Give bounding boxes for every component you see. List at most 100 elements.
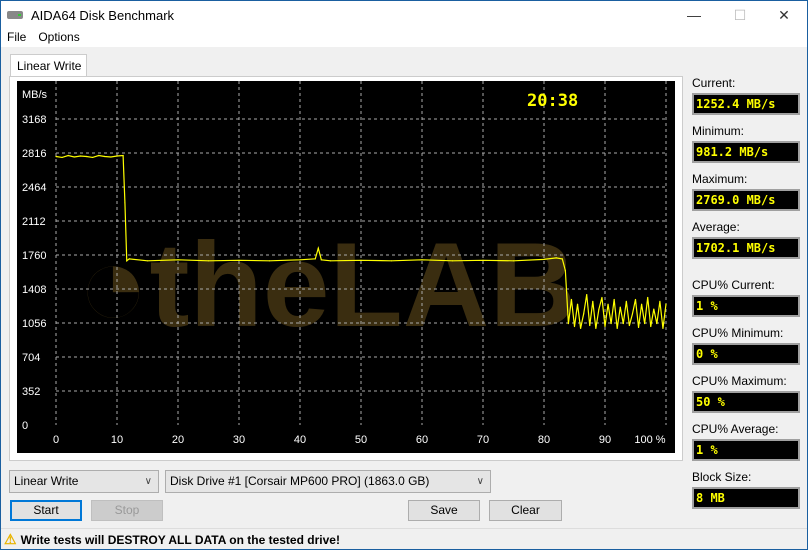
x-tick-label: 100 %	[634, 434, 665, 446]
clear-button[interactable]: Clear	[489, 500, 562, 521]
data-point	[616, 327, 618, 330]
data-point	[390, 260, 393, 262]
data-point	[637, 326, 640, 329]
data-point	[543, 258, 545, 260]
elapsed-timer: 20:38	[527, 91, 578, 111]
data-point	[625, 300, 627, 302]
stat-label: CPU% Minimum:	[692, 326, 784, 340]
data-point	[238, 259, 240, 261]
data-point	[567, 322, 570, 325]
stat-label: Maximum:	[692, 172, 748, 186]
y-tick-label: 1408	[22, 284, 46, 296]
stop-button[interactable]: Stop	[91, 500, 163, 521]
data-point	[647, 296, 649, 299]
data-point	[73, 156, 75, 158]
x-tick-label: 40	[294, 434, 306, 446]
data-point	[607, 303, 609, 305]
x-tick-label: 10	[111, 434, 123, 446]
y-tick-label: 2816	[22, 148, 46, 160]
test-type-select[interactable]: Linear Write ∨	[9, 470, 159, 493]
data-point	[653, 308, 655, 310]
x-tick-label: 20	[172, 434, 184, 446]
y-tick-label: 352	[22, 386, 40, 398]
data-point	[601, 296, 603, 299]
minimize-button[interactable]: —	[671, 1, 717, 29]
x-tick-label: 60	[416, 434, 428, 446]
y-axis-label: MB/s	[22, 89, 48, 101]
stat-label: CPU% Current:	[692, 278, 775, 292]
data-point	[604, 325, 606, 328]
data-point	[110, 156, 112, 158]
tab-linear-write[interactable]: Linear Write	[10, 54, 87, 77]
stat-label: CPU% Average:	[692, 422, 779, 436]
benchmark-chart: ◔theLAB 0 352 704 1056 1408 1760 2112 2464 2816 31…	[17, 81, 675, 453]
drive-select[interactable]: Disk Drive #1 [Corsair MP600 PRO] (1863.…	[165, 470, 491, 493]
x-tick-label: 50	[355, 434, 367, 446]
data-point	[641, 303, 643, 305]
data-point	[662, 327, 664, 330]
stat-label: Minimum:	[692, 124, 745, 138]
data-point	[67, 154, 69, 157]
title-bar: AIDA64 Disk Benchmark — ☐ ✕	[1, 1, 807, 29]
window-title: AIDA64 Disk Benchmark	[31, 7, 175, 23]
disk-icon	[7, 11, 23, 19]
stat-value: 50 %	[692, 391, 800, 413]
stat-label: CPU% Maximum:	[692, 374, 787, 388]
y-tick-label: 0	[22, 420, 28, 432]
data-point	[61, 156, 63, 159]
data-point	[116, 155, 118, 157]
start-button[interactable]: Start	[10, 500, 82, 521]
menu-file[interactable]: File	[1, 29, 32, 47]
data-point	[177, 259, 179, 261]
save-button[interactable]: Save	[408, 500, 480, 521]
data-point	[85, 155, 88, 158]
data-point	[580, 327, 582, 330]
stat-value: 0 %	[692, 343, 800, 365]
stat-value: 1 %	[692, 439, 800, 461]
stat-label: Current:	[692, 76, 736, 90]
data-point	[656, 322, 658, 325]
data-point	[555, 257, 557, 259]
stat-value: 1252.4 MB/s	[692, 93, 800, 115]
watermark-logo: ◔theLAB	[77, 218, 576, 352]
data-point	[126, 260, 128, 262]
data-point	[79, 155, 81, 157]
x-tick-label: 30	[233, 434, 245, 446]
data-point	[659, 300, 661, 302]
data-point	[207, 260, 210, 262]
data-point	[360, 259, 362, 261]
data-point	[598, 308, 600, 310]
data-point	[482, 259, 484, 261]
close-button[interactable]: ✕	[761, 1, 807, 29]
data-point	[561, 258, 563, 260]
data-point	[610, 322, 612, 325]
data-point	[619, 306, 621, 308]
stat-label: Block Size:	[692, 470, 752, 484]
x-tick-label: 90	[599, 434, 611, 446]
stat-label: Average:	[692, 220, 740, 234]
data-point	[613, 298, 615, 301]
maximize-button[interactable]: ☐	[717, 1, 763, 29]
y-tick-label: 3168	[22, 114, 46, 126]
menu-bar: File Options	[1, 29, 807, 47]
data-point	[570, 298, 573, 301]
data-point	[451, 260, 454, 262]
data-point	[320, 259, 322, 261]
data-point	[576, 303, 579, 305]
data-point	[104, 155, 106, 158]
data-point	[421, 259, 423, 261]
status-bar: ⚠ Write tests will DESTROY ALL DATA on t…	[1, 528, 807, 550]
data-point	[573, 325, 576, 328]
data-point	[124, 202, 126, 204]
data-point	[595, 327, 597, 330]
stat-value: 2769.0 MB/s	[692, 189, 800, 211]
data-point	[128, 258, 130, 260]
chevron-down-icon: ∨	[476, 476, 484, 487]
data-point	[317, 247, 319, 249]
data-point	[586, 294, 588, 296]
data-point	[122, 154, 124, 157]
menu-options[interactable]: Options	[32, 29, 85, 47]
data-point	[665, 303, 667, 305]
data-point	[628, 324, 631, 327]
drive-value: Disk Drive #1 [Corsair MP600 PRO] (1863.…	[170, 474, 430, 488]
